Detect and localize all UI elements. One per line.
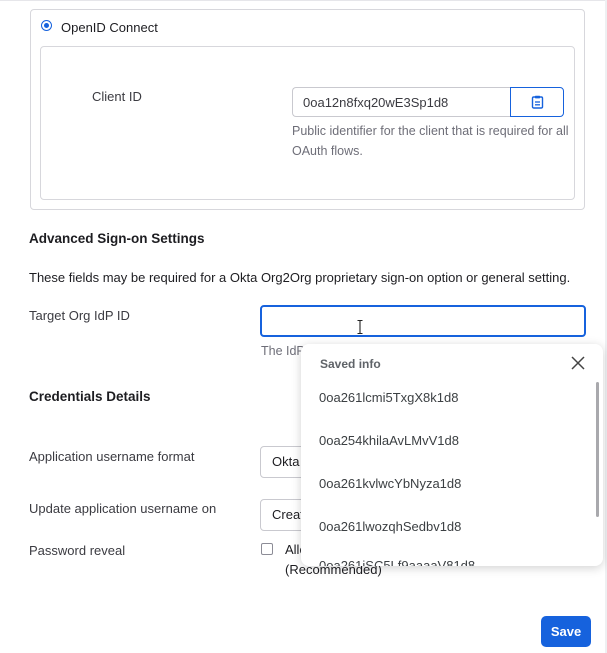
username-format-label: Application username format — [29, 449, 195, 464]
password-reveal-label: Password reveal — [29, 543, 126, 558]
clipboard-icon — [531, 95, 543, 109]
target-org-idp-help: The IdP — [261, 344, 305, 358]
client-id-label: Client ID — [92, 89, 142, 104]
close-icon[interactable] — [570, 355, 586, 371]
advanced-signon-description: These fields may be required for a Okta … — [29, 270, 571, 285]
saved-info-item[interactable]: 0oa261lcmi5TxgX8k1d8 — [319, 390, 458, 405]
saved-info-popup: Saved info 0oa261lcmi5TxgX8k1d8 0oa254kh… — [301, 344, 603, 566]
copy-client-id-button[interactable] — [510, 87, 564, 117]
credentials-details-title: Credentials Details — [29, 389, 151, 404]
target-org-idp-input[interactable] — [260, 305, 586, 337]
saved-info-item[interactable]: 0oa254khilaAvLMvV1d8 — [319, 433, 459, 448]
saved-info-item[interactable]: 0oa261kvlwcYbNyza1d8 — [319, 476, 461, 491]
client-id-box: Client ID 0oa12n8fxq20wE3Sp1d8 Public id… — [40, 46, 575, 200]
openid-connect-radio[interactable] — [41, 20, 52, 31]
saved-info-item[interactable]: 0oa261lwozqhSedbv1d8 — [319, 519, 461, 534]
client-id-help: Public identifier for the client that is… — [292, 124, 569, 158]
openid-connect-label: OpenID Connect — [61, 20, 158, 35]
oidc-section: OpenID Connect Client ID 0oa12n8fxq20wE3… — [30, 9, 585, 210]
popup-scrollbar[interactable] — [596, 382, 599, 517]
top-divider — [0, 0, 607, 1]
update-username-on-label: Update application username on — [29, 501, 217, 516]
password-reveal-checkbox[interactable] — [261, 543, 273, 555]
saved-info-title: Saved info — [320, 357, 381, 371]
target-org-idp-label: Target Org IdP ID — [29, 308, 130, 323]
client-id-field[interactable]: 0oa12n8fxq20wE3Sp1d8 — [292, 87, 510, 117]
saved-info-item-partial[interactable]: 0oa261iSC5Lf9aaaaV81d8 — [319, 558, 475, 566]
text-cursor-icon — [357, 320, 363, 334]
advanced-signon-title: Advanced Sign-on Settings — [29, 231, 205, 246]
save-button[interactable]: Save — [541, 616, 591, 647]
